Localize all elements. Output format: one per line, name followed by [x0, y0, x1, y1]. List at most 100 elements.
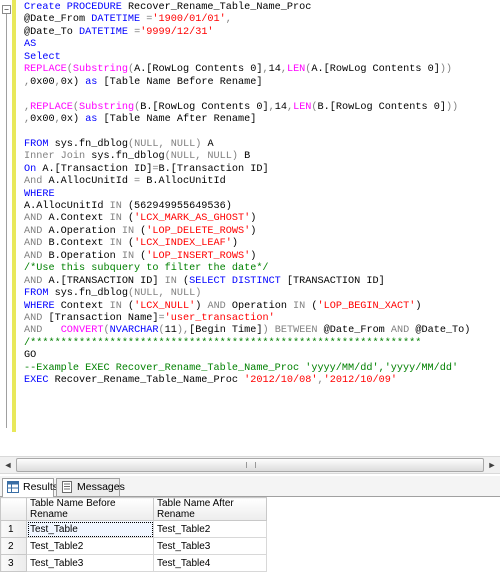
code-token: REPLACE	[30, 101, 73, 113]
code-token: @Date_From	[317, 325, 391, 337]
code-token: B.AllocUnitId	[140, 176, 226, 188]
code-token: 'LOP_DELETE_ROWS'	[146, 225, 251, 237]
code-line[interactable]: EXEC Recover_Rename_Table_Name_Proc '201…	[24, 375, 500, 387]
query-editor[interactable]: − Create PROCEDURE Recover_Rename_Table_…	[0, 0, 500, 448]
tab-results[interactable]: Results	[2, 478, 58, 497]
table-row[interactable]: 3 Test_Table3 Test_Table4	[0, 554, 267, 572]
code-token: (562949955649536)	[121, 201, 232, 212]
code-token: '2012/10/09'	[323, 375, 397, 387]
code-token: Recover_Rename_Table_Name_Proc	[48, 375, 245, 387]
code-token: Operation	[225, 300, 294, 312]
collapse-region-line	[6, 14, 7, 428]
code-token: )	[250, 213, 257, 225]
code-token: AND	[24, 312, 43, 324]
results-grid[interactable]: Table Name Before Rename Table Name Afte…	[0, 497, 500, 572]
code-line[interactable]: AND CONVERT(NVARCHAR(11),[Begin Time]) B…	[24, 325, 500, 337]
code-token: @Date_From	[24, 14, 92, 26]
code-line[interactable]: AND A.Operation IN ('LOP_DELETE_ROWS')	[24, 226, 500, 238]
code-line[interactable]: ,REPLACE(Substring(B.[RowLog Contents 0]…	[24, 102, 500, 114]
results-header-row: Table Name Before Rename Table Name Afte…	[0, 497, 267, 521]
code-line[interactable]: ,0x00,0x) as [Table Name After Rename]	[24, 114, 500, 126]
cell-after[interactable]: Test_Table2	[153, 520, 267, 538]
code-line[interactable]: REPLACE(Substring(A.[RowLog Contents 0],…	[24, 64, 500, 76]
row-number[interactable]: 1	[0, 520, 27, 538]
code-token: NULL, NULL	[170, 151, 232, 163]
cell-after[interactable]: Test_Table3	[153, 537, 267, 555]
code-token: DATETIME	[79, 26, 128, 38]
code-line[interactable]	[24, 126, 500, 138]
scroll-right-icon[interactable]: ►	[485, 459, 499, 471]
code-line[interactable]: AS	[24, 39, 500, 51]
code-token: 14	[274, 101, 287, 113]
code-line[interactable]: On A.[Transaction ID]=B.[Transaction ID]	[24, 164, 500, 176]
code-token: Recover_Rename_Table_Name_Proc	[121, 2, 312, 13]
scrollbar-grip-icon	[246, 462, 256, 468]
code-line[interactable]: AND A.[TRANSACTION ID] IN (SELECT DISTIN…	[24, 276, 500, 288]
code-token: B.Context	[42, 238, 110, 250]
cell-before[interactable]: Test_Table	[26, 520, 154, 538]
code-token: B.[RowLog Contents 0]	[317, 101, 446, 113]
code-line[interactable]: WHERE	[24, 189, 500, 201]
row-number-header[interactable]	[0, 497, 27, 521]
code-token: ),	[176, 325, 190, 337]
table-row[interactable]: 2 Test_Table2 Test_Table3	[0, 537, 267, 555]
code-line[interactable]: FROM sys.fn_dblog(NULL, NULL)	[24, 288, 500, 300]
cell-before[interactable]: Test_Table2	[26, 537, 154, 555]
code-line[interactable]: AND A.Context IN ('LCX_MARK_AS_GHOST')	[24, 213, 500, 225]
tab-messages[interactable]: Messages	[56, 478, 125, 496]
code-line[interactable]: FROM sys.fn_dblog(NULL, NULL) A	[24, 139, 500, 151]
column-header-after[interactable]: Table Name After Rename	[153, 497, 267, 521]
code-token: IN	[109, 238, 122, 250]
row-number[interactable]: 2	[0, 537, 27, 555]
code-token: A.[Transaction ID]	[36, 163, 153, 175]
code-token: (	[176, 275, 190, 287]
code-line[interactable]: AND B.Operation IN ('LOP_INSERT_ROWS')	[24, 251, 500, 263]
code-token: 'LOP_BEGIN_XACT'	[317, 300, 416, 312]
code-token: WHERE	[24, 188, 55, 200]
code-token: BETWEEN	[274, 325, 318, 337]
code-line[interactable]: AND B.Context IN ('LCX_INDEX_LEAF')	[24, 238, 500, 250]
table-row[interactable]: 1 Test_Table Test_Table2	[0, 520, 267, 538]
code-line[interactable]: @Date_From DATETIME ='1900/01/01',	[24, 14, 500, 26]
code-line[interactable]: WHERE Context IN ('LCX_NULL') AND Operat…	[24, 301, 500, 313]
code-line[interactable]: ,0x00,0x) as [Table Name Before Rename]	[24, 77, 500, 89]
code-line[interactable]: /***************************************…	[24, 338, 500, 350]
code-line[interactable]: AND [Transaction Name]='user_transaction…	[24, 313, 500, 325]
code-token: GO	[24, 350, 37, 362]
code-token: '9999/12/31'	[140, 26, 214, 38]
code-token: 11	[164, 325, 177, 337]
code-token: B.[RowLog Contents 0]	[140, 101, 269, 113]
editor-gutter: −	[0, 0, 11, 440]
code-line[interactable]: @Date_To DATETIME ='9999/12/31'	[24, 27, 500, 39]
code-line[interactable]: GO	[24, 350, 500, 362]
cell-before[interactable]: Test_Table3	[26, 554, 154, 572]
code-line[interactable]: /*Use this subquery to filter the date*/	[24, 263, 500, 275]
code-line[interactable]: A.AllocUnitId IN (562949955649536)	[24, 201, 500, 213]
cell-after[interactable]: Test_Table4	[153, 554, 267, 572]
code-token: LEN	[286, 64, 306, 76]
code-line[interactable]: And A.AllocUnitId = B.AllocUnitId	[24, 176, 500, 188]
code-line[interactable]: Inner Join sys.fn_dblog(NULL, NULL) B	[24, 151, 500, 163]
column-header-before[interactable]: Table Name Before Rename	[26, 497, 154, 521]
horizontal-scrollbar[interactable]: ◄ ►	[0, 456, 500, 474]
tab-results-label: Results	[23, 481, 59, 493]
collapse-region-icon[interactable]: −	[2, 5, 11, 14]
code-token: 'LCX_INDEX_LEAF'	[134, 238, 232, 250]
scroll-left-icon[interactable]: ◄	[1, 459, 15, 471]
scrollbar-thumb[interactable]	[16, 458, 484, 472]
code-line[interactable]	[24, 89, 500, 101]
code-line[interactable]: Create PROCEDURE Recover_Rename_Table_Na…	[24, 2, 500, 14]
row-number[interactable]: 3	[0, 554, 27, 572]
code-line[interactable]: Select	[24, 52, 500, 64]
code-token: DATETIME	[91, 14, 141, 26]
code-line[interactable]: --Example EXEC Recover_Rename_Table_Name…	[24, 363, 500, 375]
sql-code[interactable]: Create PROCEDURE Recover_Rename_Table_Na…	[24, 2, 500, 388]
code-token: (	[134, 225, 147, 237]
code-token: FROM	[24, 138, 49, 150]
code-token: @Date_To)	[409, 325, 471, 337]
code-token: IN	[121, 225, 135, 237]
code-token: IN	[109, 300, 122, 312]
code-token: sys.fn_dblog	[48, 288, 128, 300]
code-token: )	[250, 250, 257, 262]
